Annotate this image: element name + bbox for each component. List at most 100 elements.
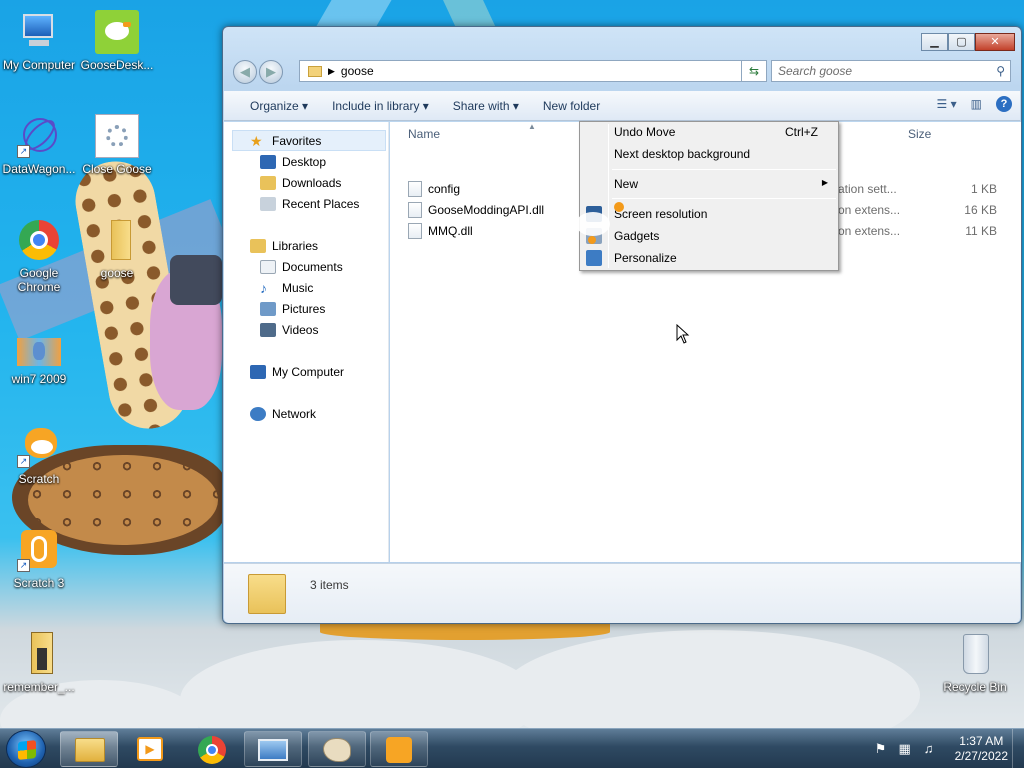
desktop-icon-remember[interactable]: remember_...: [0, 632, 78, 694]
desktop-icon-label: goose: [100, 266, 134, 280]
desktop-icon-my-computer[interactable]: My Computer: [0, 10, 78, 72]
menu-item-next-background[interactable]: Next desktop background: [614, 144, 750, 164]
show-desktop-button[interactable]: [1012, 729, 1024, 768]
file-row[interactable]: config: [408, 179, 460, 199]
wallpaper-turtle-bottom: [320, 624, 610, 640]
menu-item-undo-move[interactable]: Undo Move: [614, 122, 675, 142]
menu-separator: [612, 169, 836, 170]
desktop-icon-label: GooseDesk...: [80, 58, 154, 72]
network-tray-icon[interactable]: ▦: [897, 741, 913, 757]
menu-item-personalize[interactable]: Personalize: [614, 248, 677, 268]
clock[interactable]: 1:37 AM 2/27/2022: [955, 734, 1008, 764]
details-pane: 3 items: [224, 563, 1020, 623]
desktop-context-menu: Undo Move Ctrl+Z Next desktop background…: [576, 121, 839, 271]
column-header-name[interactable]: Name: [408, 122, 440, 146]
desktop-icon-label: Google Chrome: [17, 266, 61, 294]
help-icon[interactable]: ?: [996, 96, 1012, 112]
nav-item-favorites[interactable]: ★ Favorites: [250, 131, 321, 151]
menu-gutter: [608, 124, 609, 268]
nav-item-my-computer[interactable]: My Computer: [250, 362, 344, 382]
nav-item-desktop[interactable]: Desktop: [260, 152, 326, 172]
shortcut-arrow-icon: ↗: [17, 455, 30, 468]
desktop-icon-goose-folder[interactable]: goose: [78, 218, 156, 280]
file-row[interactable]: MMQ.dll: [408, 221, 473, 241]
preview-pane-icon[interactable]: ▥: [971, 97, 982, 111]
desktop-icon-label: Scratch: [18, 472, 60, 486]
address-bar[interactable]: ▶ goose ▼: [299, 60, 767, 82]
organize-button[interactable]: Organize ▾: [224, 99, 320, 113]
share-with-button[interactable]: Share with ▾: [441, 99, 531, 113]
search-icon[interactable]: ⚲: [996, 64, 1005, 78]
new-folder-button[interactable]: New folder: [531, 99, 612, 113]
nav-item-documents[interactable]: Documents: [260, 257, 343, 277]
gear-icon: [95, 114, 139, 158]
desktop-icon-chrome[interactable]: Google Chrome: [0, 218, 78, 294]
explorer-window[interactable]: ▁ ▢ ✕ ◀ ▶ ▶ goose ▼ ⇆ Search goose ⚲ Org…: [222, 26, 1022, 624]
documents-icon: [260, 260, 276, 274]
volume-icon[interactable]: ♫: [921, 741, 937, 757]
goose-footprint-icon: [576, 212, 610, 236]
menu-item-gadgets[interactable]: Gadgets: [614, 226, 659, 246]
nav-item-libraries[interactable]: Libraries: [250, 236, 318, 256]
menu-item-screen-resolution[interactable]: Screen resolution: [614, 204, 707, 224]
system-tray: ⚑ ▦ ♫ 1:37 AM 2/27/2022: [873, 729, 1024, 768]
sort-arrow-icon: ▲: [528, 122, 536, 131]
breadcrumb[interactable]: goose: [341, 64, 374, 78]
forward-button[interactable]: ▶: [259, 60, 283, 84]
taskbar-media-player[interactable]: ▶: [122, 731, 180, 767]
scratch3-icon: ↗: [17, 528, 61, 572]
menu-item-new[interactable]: New: [614, 174, 638, 194]
view-options-icon[interactable]: ☰ ▾: [937, 97, 957, 111]
desktop-icon-label: DataWagon...: [2, 162, 76, 176]
file-size: 1 KB: [970, 182, 997, 196]
desktop-icon-label: Close Goose: [82, 162, 152, 176]
menu-separator: [612, 198, 836, 199]
breadcrumb-separator-icon: ▶: [328, 65, 335, 76]
submenu-arrow-icon: ▶: [821, 178, 828, 187]
desktop-icon-datawagon[interactable]: ↗ DataWagon...: [0, 114, 78, 176]
desktop-icon-label: Scratch 3: [13, 576, 65, 590]
mouse-cursor-icon: [676, 324, 690, 344]
scratch3-icon: [386, 737, 412, 763]
file-row[interactable]: GooseModdingAPI.dll: [408, 200, 544, 220]
desktop-icon-recycle-bin[interactable]: Recycle Bin: [936, 632, 1014, 694]
file-size: 11 KB: [965, 224, 997, 238]
refresh-button[interactable]: ⇆: [741, 60, 767, 82]
nav-item-recent-places[interactable]: Recent Places: [260, 194, 359, 214]
command-bar: Organize ▾ Include in library ▾ Share wi…: [224, 91, 1020, 121]
address-row: ◀ ▶ ▶ goose ▼ ⇆ Search goose ⚲: [231, 58, 1013, 86]
desktop-icon-scratch[interactable]: ↗ Scratch: [0, 424, 78, 486]
personalize-icon: [586, 250, 602, 266]
taskbar-scratch3[interactable]: [370, 731, 428, 767]
search-input[interactable]: Search goose ⚲: [771, 60, 1011, 82]
desktop-icon-scratch3[interactable]: ↗ Scratch 3: [0, 528, 78, 590]
nav-item-pictures[interactable]: Pictures: [260, 299, 325, 319]
taskbar-explorer[interactable]: [60, 731, 118, 767]
minimize-button[interactable]: ▁: [921, 33, 948, 51]
desktop-icon-goosedesktop[interactable]: GooseDesk...: [78, 10, 156, 72]
nav-item-network[interactable]: Network: [250, 404, 316, 424]
computer-icon: [250, 365, 266, 379]
maximize-button[interactable]: ▢: [948, 33, 975, 51]
libraries-icon: [250, 239, 266, 253]
action-center-flag-icon[interactable]: ⚑: [873, 741, 889, 757]
include-in-library-button[interactable]: Include in library ▾: [320, 99, 441, 113]
nav-item-videos[interactable]: Videos: [260, 320, 318, 340]
back-button[interactable]: ◀: [233, 60, 257, 84]
nav-item-downloads[interactable]: Downloads: [260, 173, 341, 193]
start-button[interactable]: [6, 730, 46, 768]
desktop-icon-label: Recycle Bin: [943, 680, 1007, 694]
music-icon: ♪: [260, 280, 267, 296]
taskbar-image-viewer[interactable]: [244, 731, 302, 767]
desktop-icon-close-goose[interactable]: Close Goose: [78, 114, 156, 176]
taskbar-paint[interactable]: [308, 731, 366, 767]
taskbar-chrome[interactable]: [184, 731, 242, 767]
videos-icon: [260, 323, 276, 337]
dll-file-icon: [408, 202, 422, 218]
file-type: on extens...: [838, 224, 901, 238]
column-header-size[interactable]: Size: [908, 122, 931, 146]
close-button[interactable]: ✕: [975, 33, 1015, 51]
nav-item-music[interactable]: ♪ Music: [260, 278, 313, 298]
media-player-icon: ▶: [137, 737, 163, 761]
desktop-icon-win7-2009[interactable]: win7 2009: [0, 334, 78, 386]
